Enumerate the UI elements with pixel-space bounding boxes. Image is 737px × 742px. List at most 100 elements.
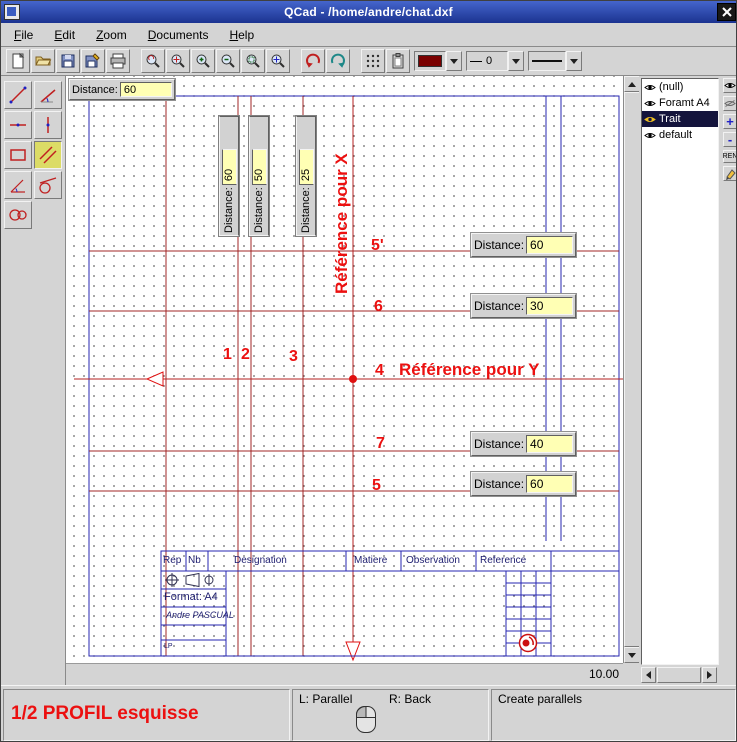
show-all-layers-button[interactable] [723, 78, 737, 93]
zoom-window-icon [244, 52, 262, 70]
layer-item-format-a4[interactable]: Foramt A4 [642, 95, 718, 111]
parallel-lines-icon [37, 144, 59, 166]
projection-symbols [165, 573, 213, 587]
menu-documents[interactable]: Documents [148, 28, 209, 42]
layer-item-default[interactable]: default [642, 127, 718, 143]
tool-tangent[interactable] [34, 171, 62, 199]
scroll-left-button[interactable] [641, 667, 656, 683]
eye-icon [644, 99, 656, 108]
distance-input[interactable]: 30 [526, 297, 573, 315]
undo-button[interactable] [301, 49, 325, 73]
annotation-number: 5' [371, 237, 384, 255]
tool-line-two-points[interactable] [4, 81, 32, 109]
save-file-button[interactable] [56, 49, 80, 73]
statusbar-action-panel: Create parallels [491, 689, 736, 741]
arrow-left-icon [646, 671, 651, 679]
save-as-button[interactable] [81, 49, 105, 73]
zoom-redraw-button[interactable] [141, 49, 165, 73]
distance-input[interactable]: 60 [526, 475, 573, 493]
horizontal-scroll-thumb[interactable] [657, 667, 701, 683]
rename-layer-button[interactable]: REN [723, 150, 737, 163]
linetype-select-arrow[interactable] [566, 51, 582, 71]
scroll-up-button[interactable] [624, 76, 640, 92]
linetype-select[interactable] [528, 51, 582, 71]
zoom-auto-button[interactable] [166, 49, 190, 73]
distance-input[interactable]: 40 [526, 435, 573, 453]
zoom-auto-icon [169, 52, 187, 70]
drawing-canvas[interactable]: Distance: 60 Distance: 60 Distance: 50 D… [66, 76, 623, 663]
distance-input[interactable]: 60 [222, 149, 237, 185]
new-file-button[interactable] [6, 49, 30, 73]
zoom-in-icon [194, 52, 212, 70]
paste-button[interactable] [386, 49, 410, 73]
menu-edit[interactable]: Edit [54, 28, 75, 42]
width-value: 0 [486, 55, 492, 67]
add-layer-button[interactable]: + [723, 114, 737, 129]
distance-label: Distance: [474, 437, 524, 451]
annotation-number: 6 [374, 298, 383, 316]
zoom-window-button[interactable] [241, 49, 265, 73]
zoom-in-button[interactable] [191, 49, 215, 73]
canvas-vertical-scrollbar[interactable] [623, 76, 639, 663]
horizontal-line-icon [7, 114, 29, 136]
distance-input[interactable]: 60 [526, 236, 573, 254]
layer-item-trait[interactable]: Trait [642, 111, 718, 127]
grid-spacing-strip: 10.00 [66, 663, 623, 685]
vertical-scroll-thumb[interactable] [624, 92, 640, 647]
close-button[interactable] [717, 3, 736, 21]
open-folder-icon [34, 52, 52, 70]
redo-button[interactable] [326, 49, 350, 73]
distance-label: Distance: [300, 187, 312, 233]
menu-zoom[interactable]: Zoom [96, 28, 127, 42]
statusbar: 1/2 PROFIL esquisse L: Parallel R: Back … [1, 685, 737, 742]
width-select-arrow[interactable] [508, 51, 524, 71]
annotation-number: 3 [289, 348, 298, 366]
layer-item-null[interactable]: (null) [642, 79, 718, 95]
title-block-header: Rep [163, 555, 181, 566]
drawing-annotation: 1/2 PROFIL esquisse [11, 703, 199, 725]
titlebar[interactable]: QCad - /home/andre/chat.dxf [1, 1, 737, 23]
layer-label: Trait [659, 113, 681, 125]
tool-line-horizontal[interactable] [4, 111, 32, 139]
tool-circles[interactable] [4, 201, 32, 229]
toolbar-separator [131, 49, 140, 73]
zoom-pan-button[interactable] [266, 49, 290, 73]
main-toolbar: 0 [1, 47, 737, 76]
tool-line-vertical[interactable] [34, 111, 62, 139]
zoom-out-icon [219, 52, 237, 70]
title-block-author: Andre PASCUAL [166, 610, 234, 620]
window-menu-icon[interactable] [4, 4, 20, 20]
layer-horizontal-scrollbar[interactable] [641, 667, 717, 683]
eye-open-icon [724, 81, 736, 90]
close-icon [722, 7, 732, 17]
eye-icon [644, 83, 656, 92]
scroll-down-button[interactable] [624, 647, 640, 663]
tool-rectangle[interactable] [4, 141, 32, 169]
eye-icon [644, 131, 656, 140]
grid-toggle-button[interactable] [361, 49, 385, 73]
arrow-right-icon [707, 671, 712, 679]
layer-label: (null) [659, 81, 683, 93]
zoom-out-button[interactable] [216, 49, 240, 73]
tool-parallel[interactable] [34, 141, 62, 169]
menu-file[interactable]: File [14, 28, 33, 42]
annotation-number: 5 [372, 477, 381, 495]
tool-line-angle[interactable] [34, 81, 62, 109]
distance-label: Distance: [253, 187, 265, 233]
remove-layer-button[interactable]: - [723, 132, 737, 147]
distance-input[interactable]: 60 [120, 82, 172, 97]
hide-all-layers-button[interactable] [723, 96, 737, 111]
color-select-arrow[interactable] [446, 51, 462, 71]
width-select[interactable]: 0 [466, 51, 524, 71]
color-select[interactable] [414, 51, 462, 71]
edit-layer-button[interactable] [723, 166, 737, 181]
annotation-number: 4 [375, 362, 384, 380]
distance-input[interactable]: 25 [299, 149, 314, 185]
print-button[interactable] [106, 49, 130, 73]
title-block-grid [161, 551, 619, 656]
menu-help[interactable]: Help [229, 28, 254, 42]
tool-bisector[interactable] [4, 171, 32, 199]
open-file-button[interactable] [31, 49, 55, 73]
scroll-right-button[interactable] [702, 667, 717, 683]
distance-input[interactable]: 50 [252, 149, 267, 185]
